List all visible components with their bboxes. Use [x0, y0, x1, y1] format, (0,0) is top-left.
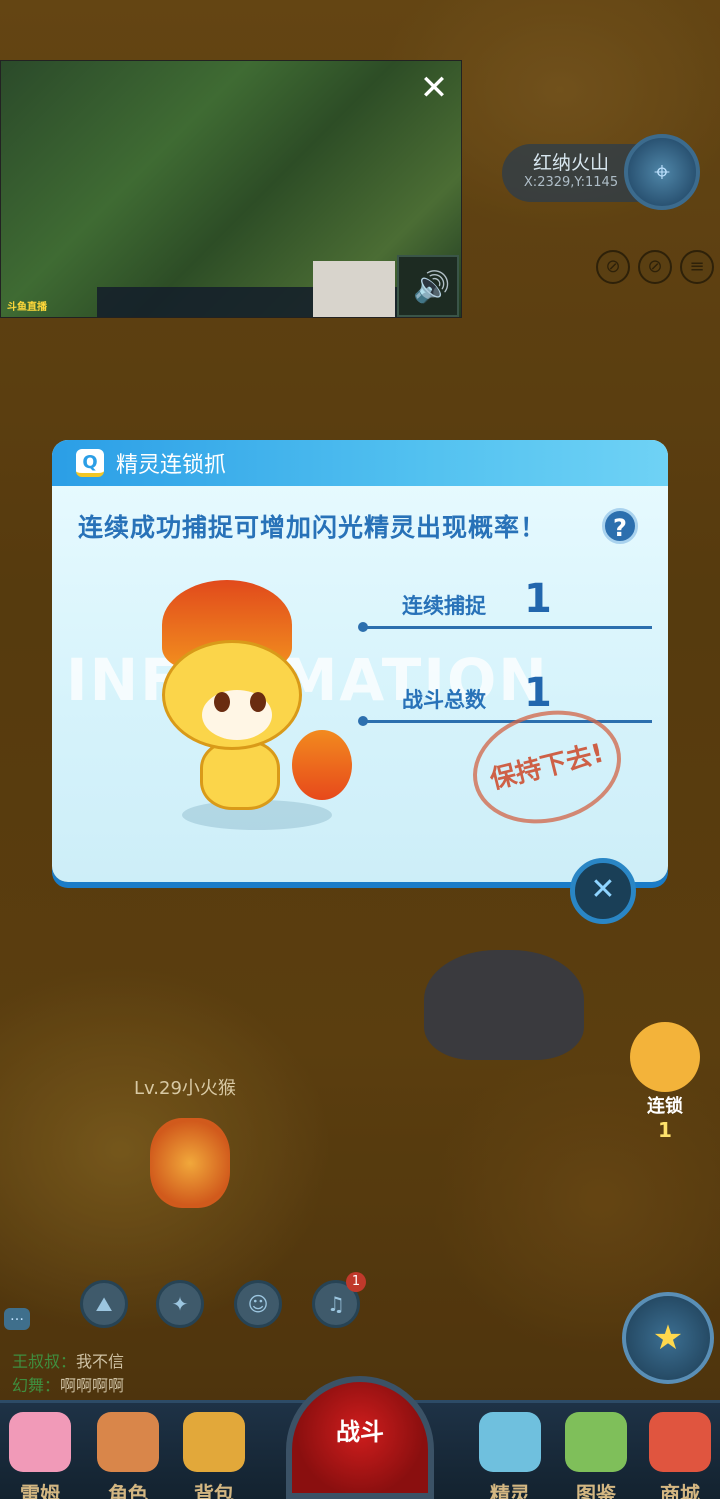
keep-going-stamp: 保持下去! — [460, 695, 634, 839]
video-logo: 斗鱼直播 — [7, 302, 47, 313]
rock-obstacle — [424, 950, 584, 1060]
stat-value: 1 — [524, 670, 552, 716]
shop-icon — [649, 1412, 711, 1472]
pet-avatar-icon — [9, 1412, 71, 1472]
location-name: 红纳火山 — [532, 152, 609, 174]
volume-icon[interactable]: 🔊 — [410, 268, 454, 308]
backpack-icon — [183, 1412, 245, 1472]
nav-item-shop[interactable]: 商城 — [644, 1412, 716, 1499]
star-skill-icon[interactable]: ★ — [622, 1292, 714, 1384]
stat-value: 1 — [524, 576, 552, 622]
sprite-icon — [479, 1412, 541, 1472]
friends-icon[interactable]: ☺ — [234, 1280, 282, 1328]
character-icon — [97, 1412, 159, 1472]
dialog-subtitle: 连续成功捕捉可增加闪光精灵出现概率！ — [78, 513, 547, 542]
dialog-header: Q 精灵连锁抓 — [52, 440, 668, 486]
chat-line: 王叔叔：我不信 — [12, 1352, 125, 1371]
video-close-icon[interactable]: ✕ — [416, 70, 452, 106]
chain-catch-dialog: Q 精灵连锁抓 连续成功捕捉可增加闪光精灵出现概率！ ? INFORMATION… — [52, 440, 668, 882]
team-icon[interactable]: ⛰ — [80, 1280, 128, 1328]
codex-icon — [565, 1412, 627, 1472]
nav-item-codex[interactable]: 图鉴 — [560, 1412, 632, 1499]
map-icon[interactable]: ⌖ — [624, 134, 700, 210]
search-icon: Q — [76, 449, 104, 477]
nav-item-character[interactable]: 角色 — [92, 1412, 164, 1499]
mute-icon[interactable]: ⊘ — [596, 250, 630, 284]
combo-creature-icon — [630, 1022, 700, 1092]
fire-creature-illustration — [142, 580, 362, 840]
player-label: Lv.29小火猴 — [134, 1078, 236, 1099]
close-icon[interactable]: ✕ — [570, 858, 636, 924]
stat-label: 连续捕捉 — [402, 594, 486, 618]
nav-item-bag[interactable]: 背包 — [178, 1412, 250, 1499]
help-icon[interactable]: ? — [602, 508, 638, 544]
compass-icon[interactable]: ✦ — [156, 1280, 204, 1328]
chat-panel[interactable]: … 王叔叔：我不信 幻舞：啊啊啊啊 — [0, 1308, 320, 1400]
video-webcam — [313, 261, 395, 317]
nav-item-leimu[interactable]: 雷姆 — [4, 1412, 76, 1499]
stat-label: 战斗总数 — [402, 688, 486, 712]
menu-icon[interactable]: ≡ — [680, 250, 714, 284]
combo-count: 1 — [658, 1118, 672, 1142]
location-coords: X:2329,Y:1145 — [523, 175, 619, 190]
location-pill: 红纳火山 X:2329,Y:1145 — [502, 144, 640, 202]
notification-badge: 1 — [346, 1272, 366, 1292]
player-sprite[interactable] — [150, 1118, 230, 1208]
combo-indicator[interactable]: 连锁 1 — [630, 1022, 700, 1152]
combo-label: 连锁 — [647, 1096, 683, 1117]
chat-line: 幻舞：啊啊啊啊 — [12, 1376, 125, 1395]
video-overlay[interactable]: 斗鱼直播 — [0, 60, 462, 318]
nav-item-sprites[interactable]: 精灵 — [474, 1412, 546, 1499]
block-icon[interactable]: ⊘ — [638, 250, 672, 284]
chat-icon[interactable]: … — [4, 1308, 30, 1330]
dialog-title: 精灵连锁抓 — [116, 453, 227, 478]
